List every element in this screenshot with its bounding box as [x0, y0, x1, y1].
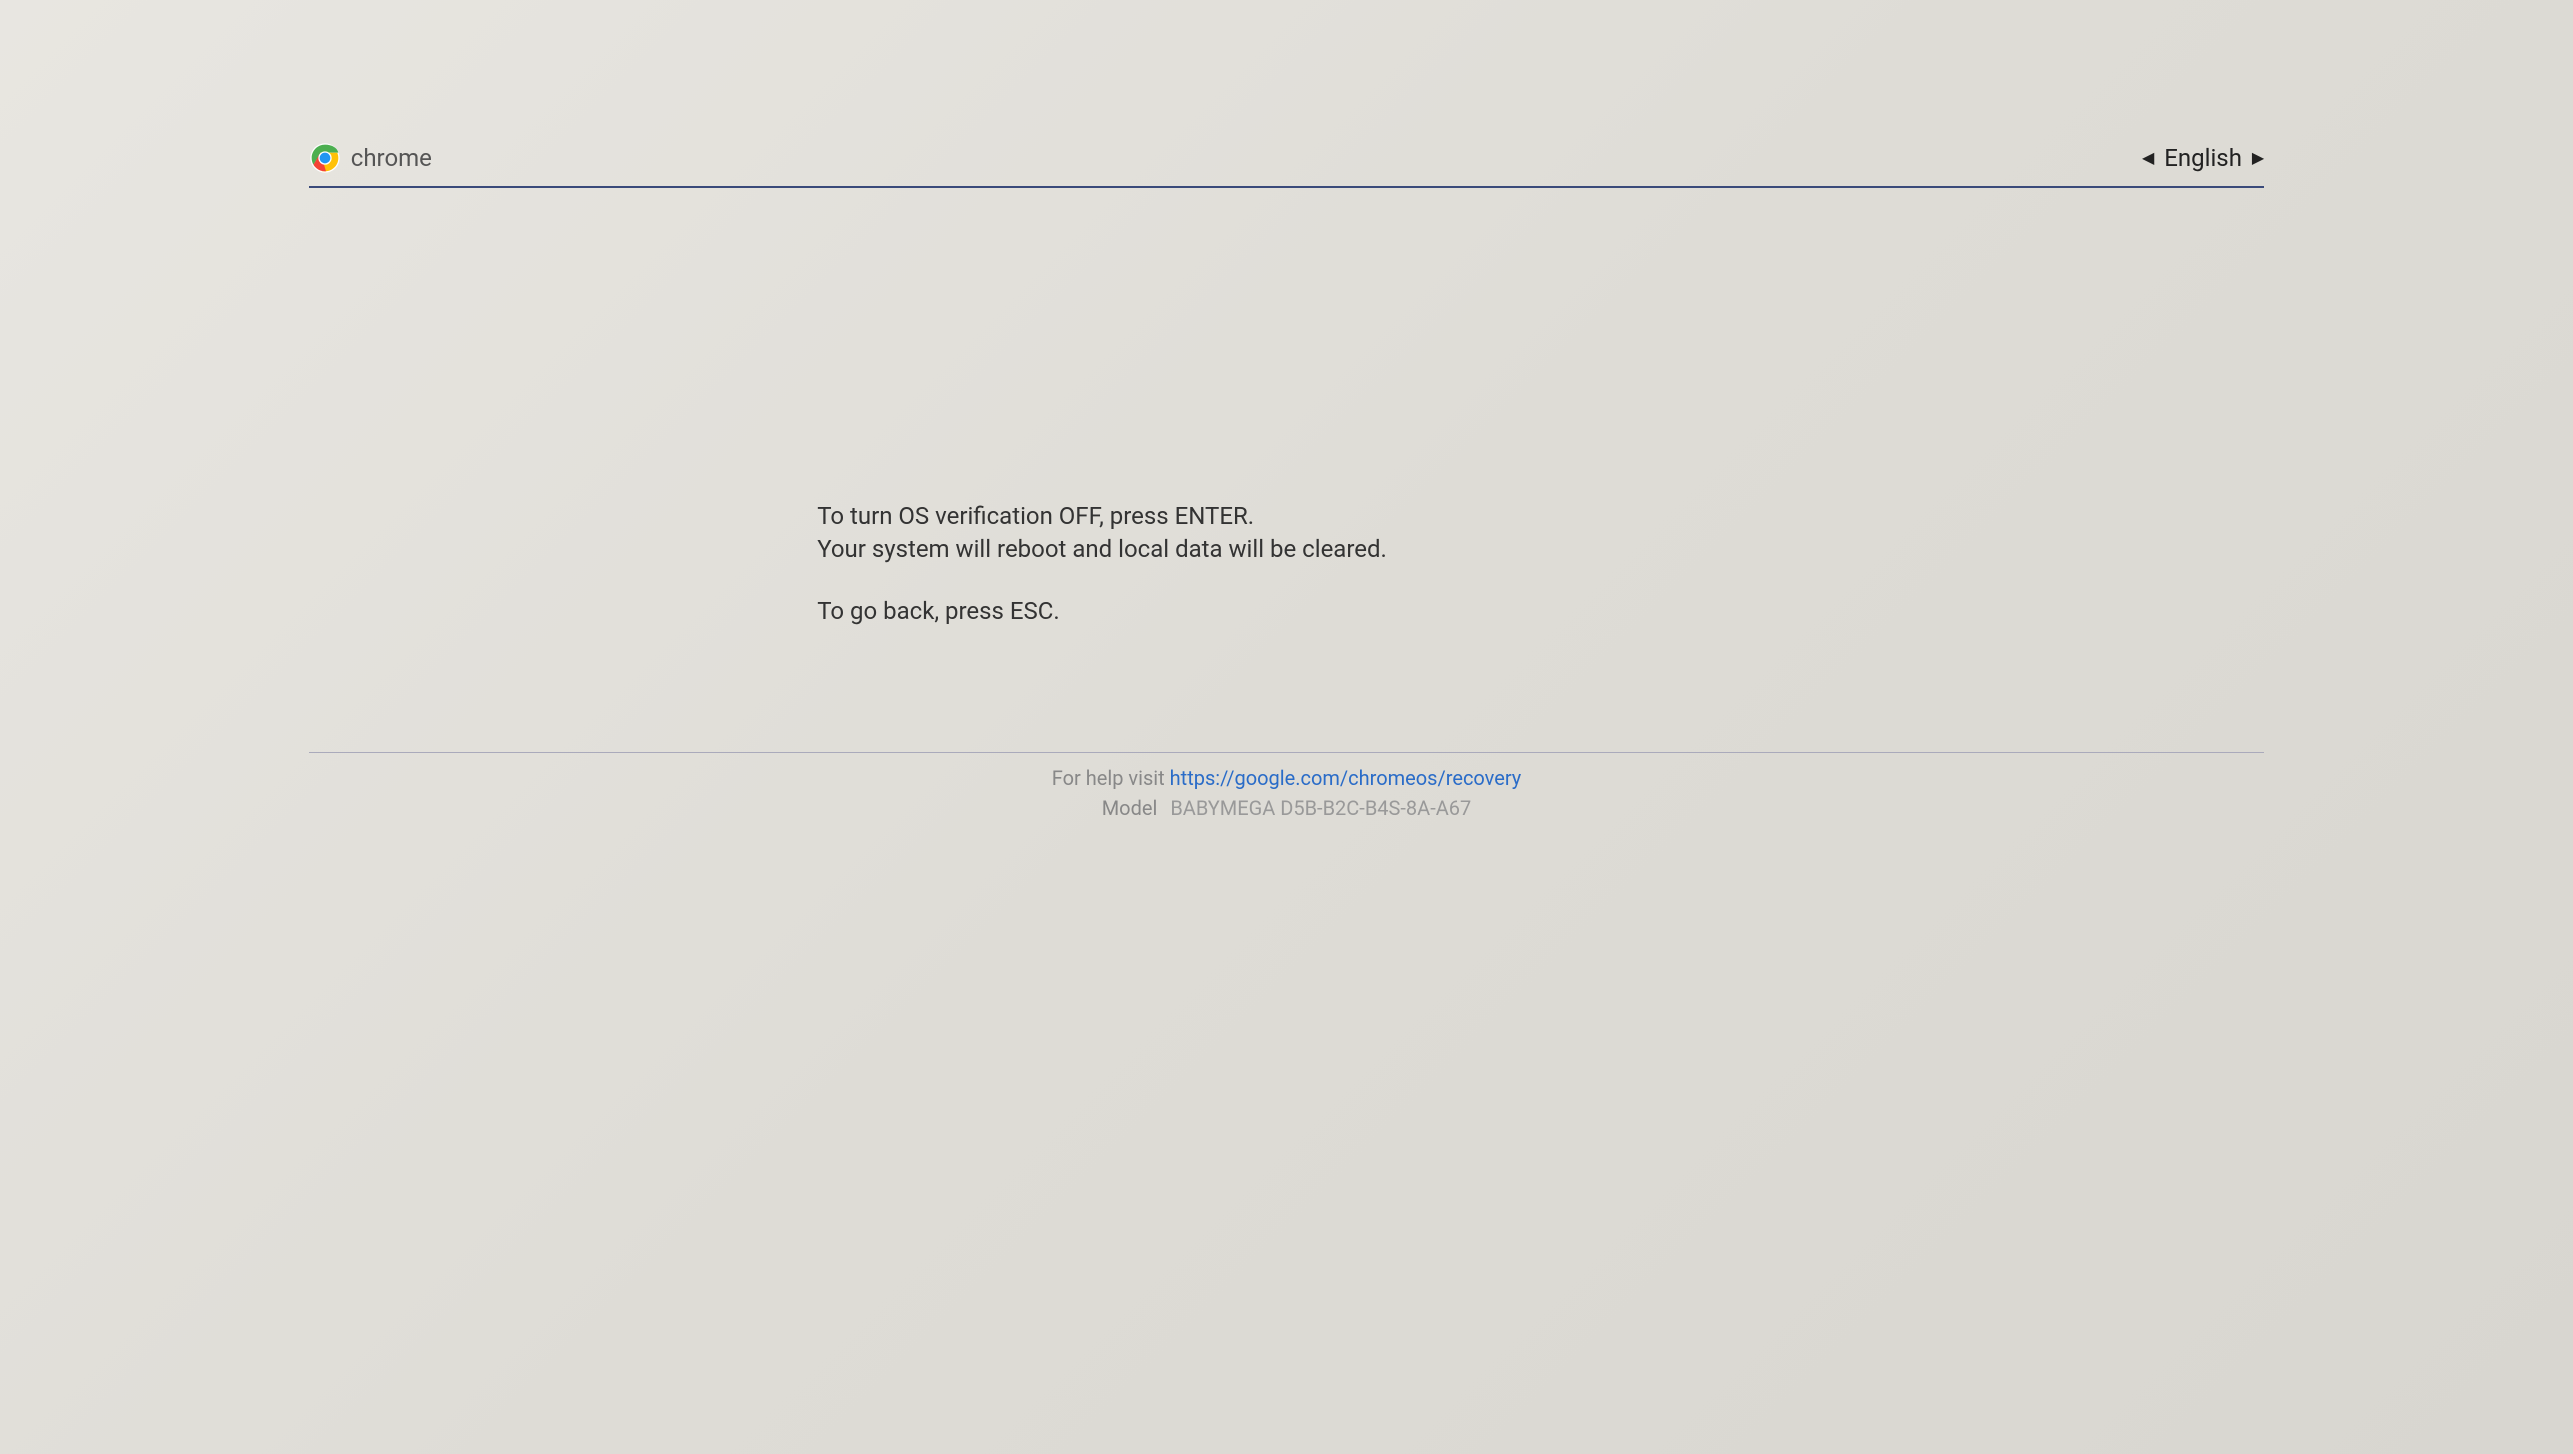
model-label: Model — [1102, 796, 1158, 820]
header-bar: chrome ◀ English ▶ — [309, 142, 2264, 188]
message-block-2: To go back, press ESC. — [817, 595, 2069, 627]
message-line-3: To go back, press ESC. — [817, 595, 2069, 627]
brand-text: chrome — [351, 144, 432, 172]
language-selector[interactable]: ◀ English ▶ — [2142, 144, 2264, 172]
language-prev-icon[interactable]: ◀ — [2142, 148, 2154, 167]
logo-section: chrome — [309, 142, 432, 174]
message-block-1: To turn OS verification OFF, press ENTER… — [817, 500, 2069, 565]
message-line-2: Your system will reboot and local data w… — [817, 533, 2069, 565]
message-line-1: To turn OS verification OFF, press ENTER… — [817, 500, 2069, 532]
language-label: English — [2164, 144, 2242, 172]
language-next-icon[interactable]: ▶ — [2252, 148, 2264, 167]
help-line: For help visit https://google.com/chrome… — [309, 763, 2264, 793]
help-label: For help visit — [1052, 766, 1165, 790]
message-content: To turn OS verification OFF, press ENTER… — [817, 500, 2069, 627]
help-url: https://google.com/chromeos/recovery — [1170, 766, 1522, 790]
chrome-logo-icon — [309, 142, 341, 174]
model-value: BABYMEGA D5B-B2C-B4S-8A-A67 — [1170, 796, 1471, 820]
model-line: Model BABYMEGA D5B-B2C-B4S-8A-A67 — [309, 793, 2264, 823]
footer: For help visit https://google.com/chrome… — [309, 752, 2264, 823]
main-container: chrome ◀ English ▶ To turn OS verificati… — [309, 142, 2264, 628]
